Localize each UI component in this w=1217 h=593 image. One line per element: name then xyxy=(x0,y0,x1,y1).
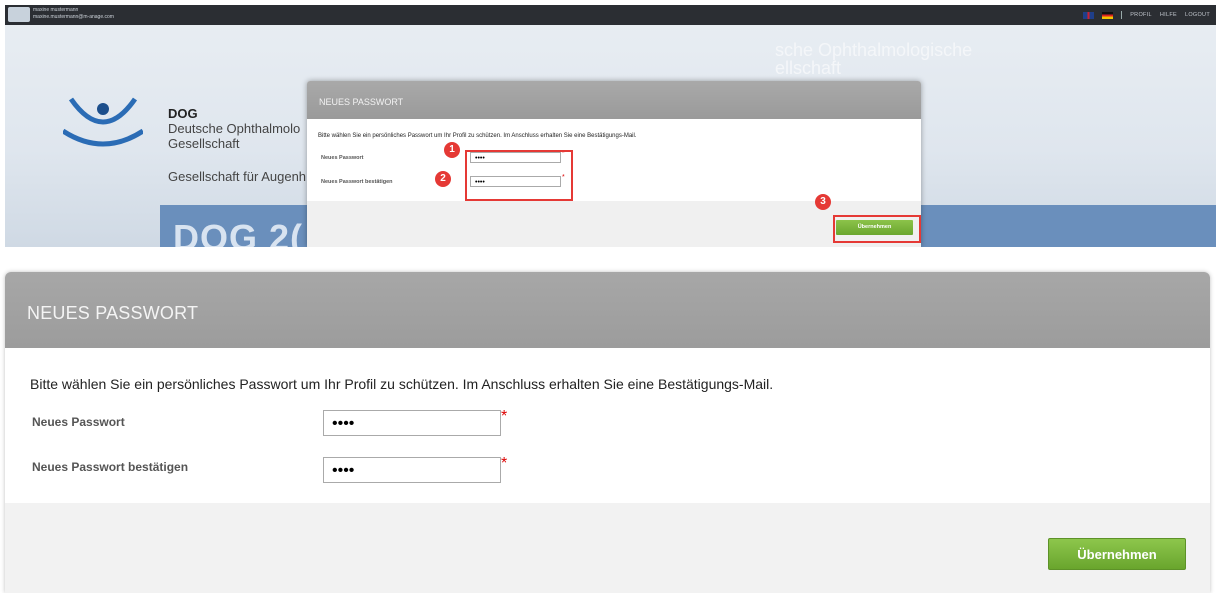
event-banner-text: DOG 2( xyxy=(173,217,304,247)
divider xyxy=(1121,11,1123,19)
logout-link[interactable]: LOGOUT xyxy=(1185,12,1210,18)
org-name-line3: Gesellschaft für Augenh xyxy=(168,169,307,184)
top-navigation-bar: maxine mustermann maxine.mustermann@m-an… xyxy=(5,5,1216,25)
confirm-password-label: Neues Passwort bestätigen xyxy=(321,179,393,185)
highlight-fields xyxy=(465,150,573,201)
user-info: maxine mustermann maxine.mustermann@m-an… xyxy=(33,7,114,21)
required-mark: * xyxy=(501,408,508,425)
dog-logo-icon xyxy=(63,97,143,147)
confirm-password-label: Neues Passwort bestätigen xyxy=(32,460,189,474)
org-name-line2: Gesellschaft xyxy=(168,136,240,151)
password-modal-zoomed: NEUES PASSWORT Bitte wählen Sie ein pers… xyxy=(5,272,1210,593)
confirm-password-field[interactable]: •••• xyxy=(323,457,501,483)
modal-title: NEUES PASSWORT xyxy=(27,303,199,323)
background-text-line2: ellschaft xyxy=(775,58,842,78)
modal-message: Bitte wählen Sie ein persönliches Passwo… xyxy=(318,133,637,139)
org-name-line1: Deutsche Ophthalmolo xyxy=(168,121,301,136)
new-password-label: Neues Passwort xyxy=(321,155,364,161)
org-short-name: DOG xyxy=(168,106,198,121)
background-heading: sche Ophthalmologische ellschaft xyxy=(775,41,972,77)
required-mark: * xyxy=(501,455,508,472)
screenshot-overview: maxine mustermann maxine.mustermann@m-an… xyxy=(5,5,1216,247)
submit-button[interactable]: Übernehmen xyxy=(1048,538,1186,570)
modal-footer xyxy=(307,201,921,247)
new-password-field[interactable]: •••• xyxy=(323,410,501,436)
background-text-line1: sche Ophthalmologische xyxy=(775,40,973,60)
modal-title: NEUES PASSWORT xyxy=(307,81,921,119)
step-marker-3: 3 xyxy=(815,194,831,210)
flag-uk-icon[interactable] xyxy=(1083,11,1095,19)
new-password-label: Neues Passwort xyxy=(32,415,125,429)
step-marker-1: 1 xyxy=(444,142,460,158)
user-email: maxine.mustermann@m-anage.com xyxy=(33,14,114,20)
hilfe-link[interactable]: HILFE xyxy=(1160,12,1177,18)
profil-link[interactable]: PROFIL xyxy=(1130,12,1152,18)
modal-message: Bitte wählen Sie ein persönliches Passwo… xyxy=(30,376,774,392)
password-modal-small: NEUES PASSWORT Bitte wählen Sie ein pers… xyxy=(307,81,921,247)
avatar[interactable] xyxy=(8,7,30,22)
highlight-button xyxy=(833,215,921,243)
flag-de-icon[interactable] xyxy=(1102,11,1114,19)
step-marker-2: 2 xyxy=(435,171,451,187)
user-name: maxine mustermann xyxy=(33,7,79,13)
modal-footer xyxy=(5,503,1210,593)
top-right-menu: PROFIL HILFE LOGOUT xyxy=(1083,11,1210,19)
